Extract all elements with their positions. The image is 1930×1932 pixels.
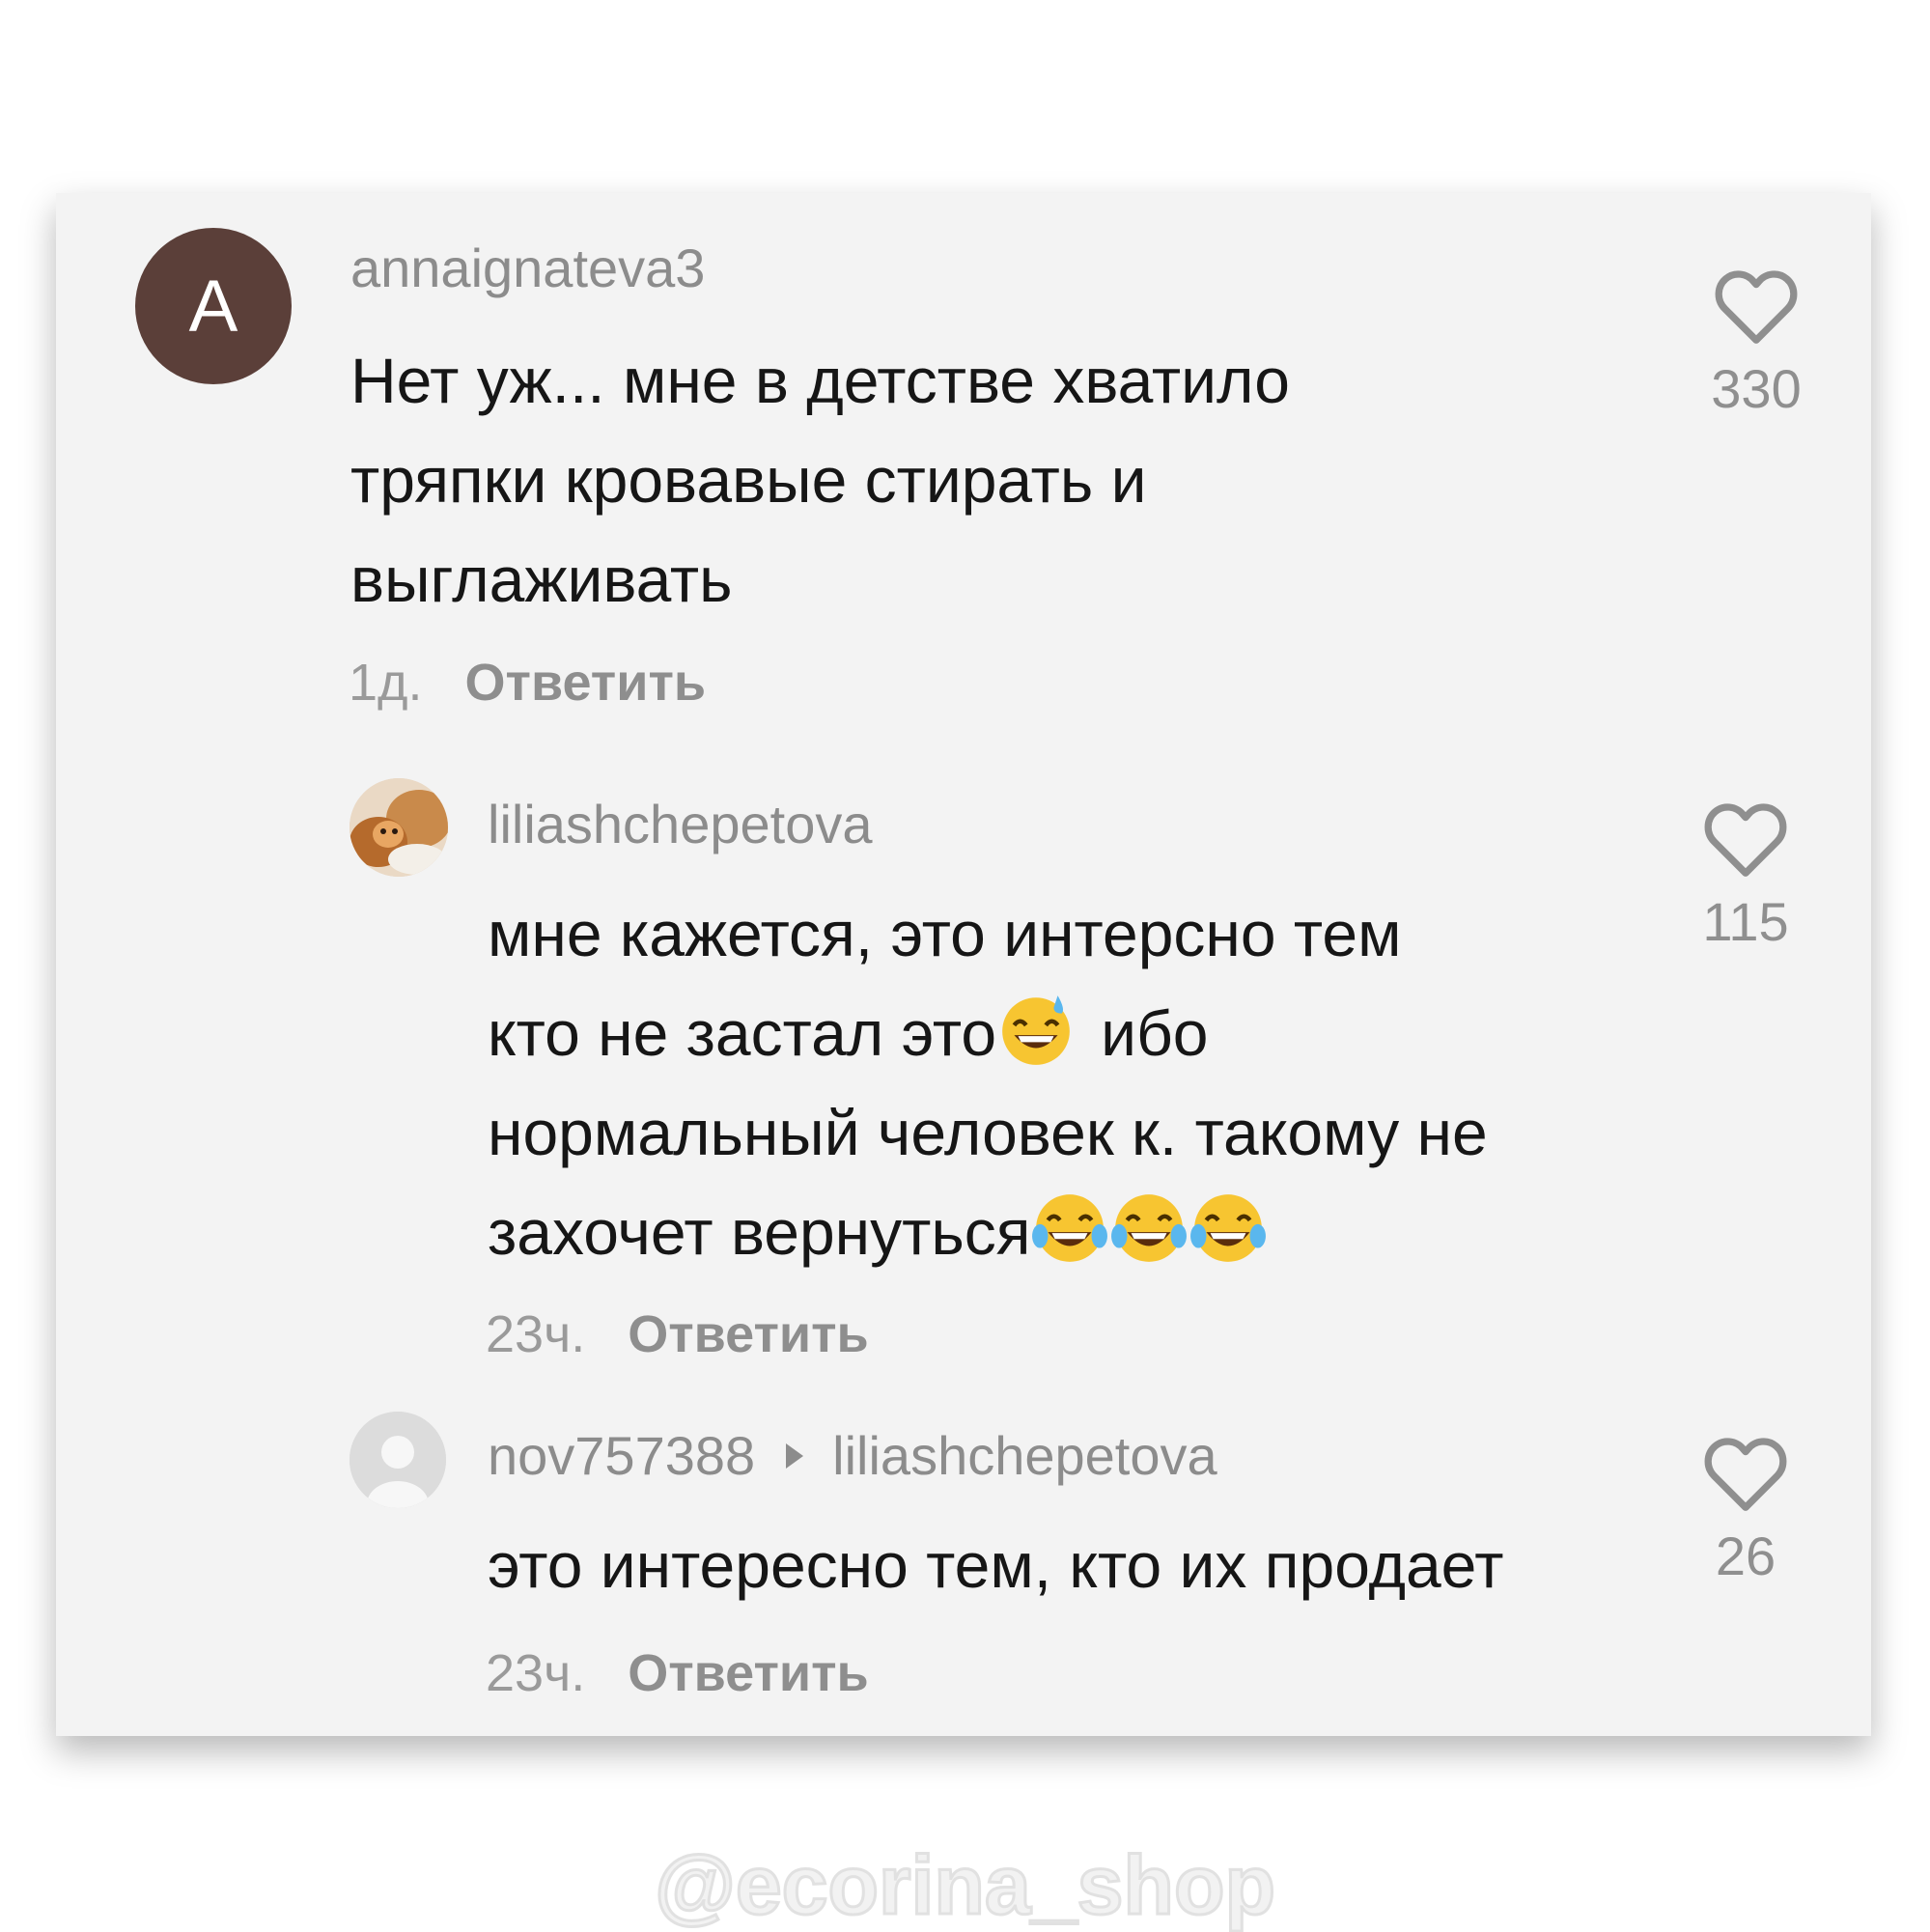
comment-text-line: кто не застал это ибо (488, 984, 1488, 1083)
comment-text: это интересно тем, кто их продает (488, 1529, 1504, 1601)
like-button[interactable]: 26 (1692, 1432, 1799, 1587)
comment-text-segment: кто не застал это (488, 997, 997, 1069)
avatar-letter: A (188, 265, 238, 348)
like-count: 330 (1711, 358, 1802, 419)
comment-time: 23ч. (486, 1644, 586, 1702)
comment-text-line: захочет вернуться (488, 1183, 1488, 1282)
comment-text-line: Нет уж... мне в детстве хватило (350, 345, 1290, 416)
comment-meta: 1д. Ответить (349, 657, 706, 709)
comment-username[interactable]: nov757388 (488, 1425, 755, 1486)
like-count: 26 (1715, 1526, 1776, 1586)
watermark: @ecorina_shop (653, 1839, 1276, 1932)
comment-meta: 23ч. Ответить (486, 1647, 869, 1699)
comment-text-segment: ибо (1101, 997, 1209, 1069)
reply-button[interactable]: Ответить (628, 1644, 869, 1702)
comment-time: 1д. (349, 654, 423, 712)
comment-text: Нет уж... мне в детстве хватило тряпки к… (350, 331, 1290, 630)
tears-of-joy-emoji (1190, 1194, 1267, 1262)
comment-text: мне кажется, это интерсно тем кто не зас… (488, 884, 1488, 1282)
tears-of-joy-emoji (1111, 1194, 1188, 1262)
reply-button[interactable]: Ответить (465, 654, 707, 712)
grinning-sweat-emoji (1002, 995, 1070, 1065)
comment-text-line: выглаживать (350, 544, 733, 615)
avatar[interactable] (350, 778, 448, 877)
comment-text-segment: захочет вернуться (488, 1196, 1031, 1268)
tears-of-joy-emoji (1032, 1194, 1108, 1262)
reply-usernames: nov757388 liliashchepetova (488, 1429, 1217, 1483)
avatar[interactable] (350, 1412, 446, 1508)
avatar[interactable]: A (135, 228, 292, 384)
like-button[interactable]: 330 (1703, 265, 1809, 420)
reply-arrow-icon (786, 1443, 804, 1469)
comment-username[interactable]: liliashchepetova (488, 798, 872, 852)
heart-icon (1704, 1438, 1787, 1511)
comment-meta: 23ч. Ответить (486, 1308, 869, 1360)
replied-to-username[interactable]: liliashchepetova (832, 1425, 1217, 1486)
like-count: 115 (1702, 891, 1789, 952)
avatar-photo-icon (350, 778, 448, 877)
comment-text-line: мне кажется, это интерсно тем (488, 898, 1402, 969)
heart-icon (1715, 270, 1798, 344)
comment-text-line: нормальный человек к. такому не (488, 1097, 1488, 1168)
comment-time: 23ч. (486, 1305, 586, 1363)
heart-icon (1704, 803, 1787, 877)
default-user-icon (350, 1412, 446, 1508)
like-button[interactable]: 115 (1692, 798, 1799, 953)
comment-username[interactable]: annaignateva3 (350, 241, 705, 295)
reply-button[interactable]: Ответить (628, 1305, 869, 1363)
comment-text-line: тряпки кровавые стирать и (350, 444, 1147, 516)
